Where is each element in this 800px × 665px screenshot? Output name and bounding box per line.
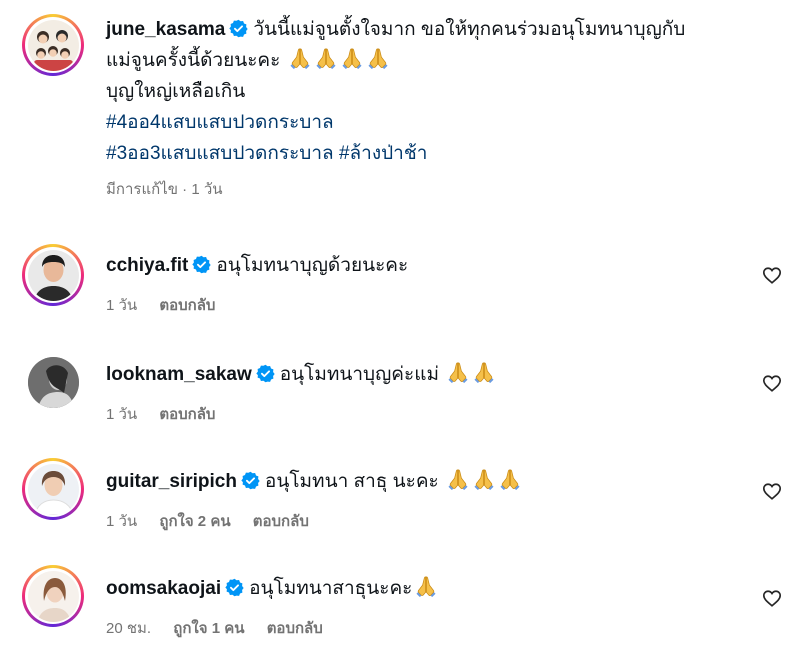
hashtag-link[interactable]: #4ออ4แสบแสบปวดกระบาล: [106, 112, 334, 133]
post-caption: june_kasama วันนี้แม่จูนตั้งใจมาก ขอให้ทุ…: [22, 14, 780, 201]
verified-badge-icon: [241, 471, 260, 490]
avatar-image: [27, 570, 79, 622]
avatar-frame[interactable]: [22, 351, 84, 413]
hashtag-link[interactable]: #ล้างป่าช้า: [339, 143, 427, 164]
avatar[interactable]: [27, 570, 79, 622]
comment-time[interactable]: 1 วัน: [106, 297, 137, 314]
avatar[interactable]: [27, 19, 79, 71]
post-username[interactable]: june_kasama: [106, 19, 225, 40]
pray-emoji-icon: [314, 47, 338, 69]
avatar-image: [27, 356, 79, 408]
heart-outline-icon[interactable]: [762, 481, 782, 501]
comment-username[interactable]: cchiya.fit: [106, 255, 188, 276]
comment-item: oomsakaojai อนุโมทนาสาธุนะคะ 20 ชม. ถูกใจ…: [22, 565, 782, 640]
heart-outline-icon[interactable]: [762, 373, 782, 393]
comment-username[interactable]: oomsakaojai: [106, 578, 221, 599]
hashtag-link[interactable]: #3ออ3แสบแสบปวดกระบาล: [106, 143, 334, 164]
reply-button[interactable]: ตอบกลับ: [267, 620, 323, 637]
pray-emoji-icon: [472, 361, 496, 383]
verified-badge-icon: [225, 578, 244, 597]
likes-count[interactable]: ถูกใจ 2 คน: [159, 513, 230, 530]
likes-count[interactable]: ถูกใจ 1 คน: [173, 620, 244, 637]
post-text-line-2: แม่จูนครั้งนี้ด้วยนะคะ: [106, 50, 281, 71]
comment-text: อนุโมทนา สาธุ นะคะ: [264, 471, 439, 492]
comment-item: guitar_siripich อนุโมทนา สาธุ นะคะ 1 วัน …: [22, 458, 782, 533]
avatar[interactable]: [27, 249, 79, 301]
comment-text: อนุโมทนาบุญค่ะแม่: [279, 364, 439, 385]
avatar[interactable]: [27, 356, 79, 408]
avatar-image: [27, 463, 79, 515]
verified-badge-icon: [192, 255, 211, 274]
heart-outline-icon[interactable]: [762, 588, 782, 608]
post-meta: มีการแก้ไข · 1 วัน: [106, 181, 223, 198]
comment-time[interactable]: 20 ชม.: [106, 620, 151, 637]
avatar[interactable]: [27, 463, 79, 515]
comment-item: cchiya.fit อนุโมทนาบุญด้วยนะคะ 1 วัน ตอบก…: [22, 244, 782, 317]
comment-username[interactable]: looknam_sakaw: [106, 364, 252, 385]
comment-time[interactable]: 1 วัน: [106, 406, 137, 423]
pray-emoji-icon: [366, 47, 390, 69]
post-text-line-1: วันนี้แม่จูนตั้งใจมาก ขอให้ทุกคนร่วมอนุโ…: [253, 19, 686, 40]
verified-badge-icon: [256, 364, 275, 383]
pray-emoji-icon: [446, 361, 470, 383]
reply-button[interactable]: ตอบกลับ: [159, 297, 215, 314]
comment-username[interactable]: guitar_siripich: [106, 471, 237, 492]
reply-button[interactable]: ตอบกลับ: [159, 406, 215, 423]
pray-emoji-icon: [498, 468, 522, 490]
story-ring[interactable]: [22, 14, 84, 76]
story-ring[interactable]: [22, 458, 84, 520]
comment-text: อนุโมทนาสาธุนะคะ: [249, 578, 413, 599]
post-text-line-3: บุญใหญ่เหลือเกิน: [106, 81, 246, 102]
comment-time[interactable]: 1 วัน: [106, 513, 137, 530]
pray-emoji-group: [286, 50, 390, 71]
avatar-image: [27, 249, 79, 301]
comment-item: looknam_sakaw อนุโมทนาบุญค่ะแม่ 1 วัน ตอบ…: [22, 351, 782, 426]
family-avatar-image: [27, 19, 79, 71]
pray-emoji-icon: [340, 47, 364, 69]
verified-badge-icon: [229, 19, 248, 38]
reply-button[interactable]: ตอบกลับ: [253, 513, 309, 530]
comment-text: อนุโมทนาบุญด้วยนะคะ: [216, 255, 409, 276]
pray-emoji-icon: [446, 468, 470, 490]
pray-emoji-icon: [414, 575, 438, 597]
pray-emoji-icon: [288, 47, 312, 69]
pray-emoji-icon: [472, 468, 496, 490]
heart-outline-icon[interactable]: [762, 265, 782, 285]
story-ring[interactable]: [22, 565, 84, 627]
story-ring[interactable]: [22, 244, 84, 306]
